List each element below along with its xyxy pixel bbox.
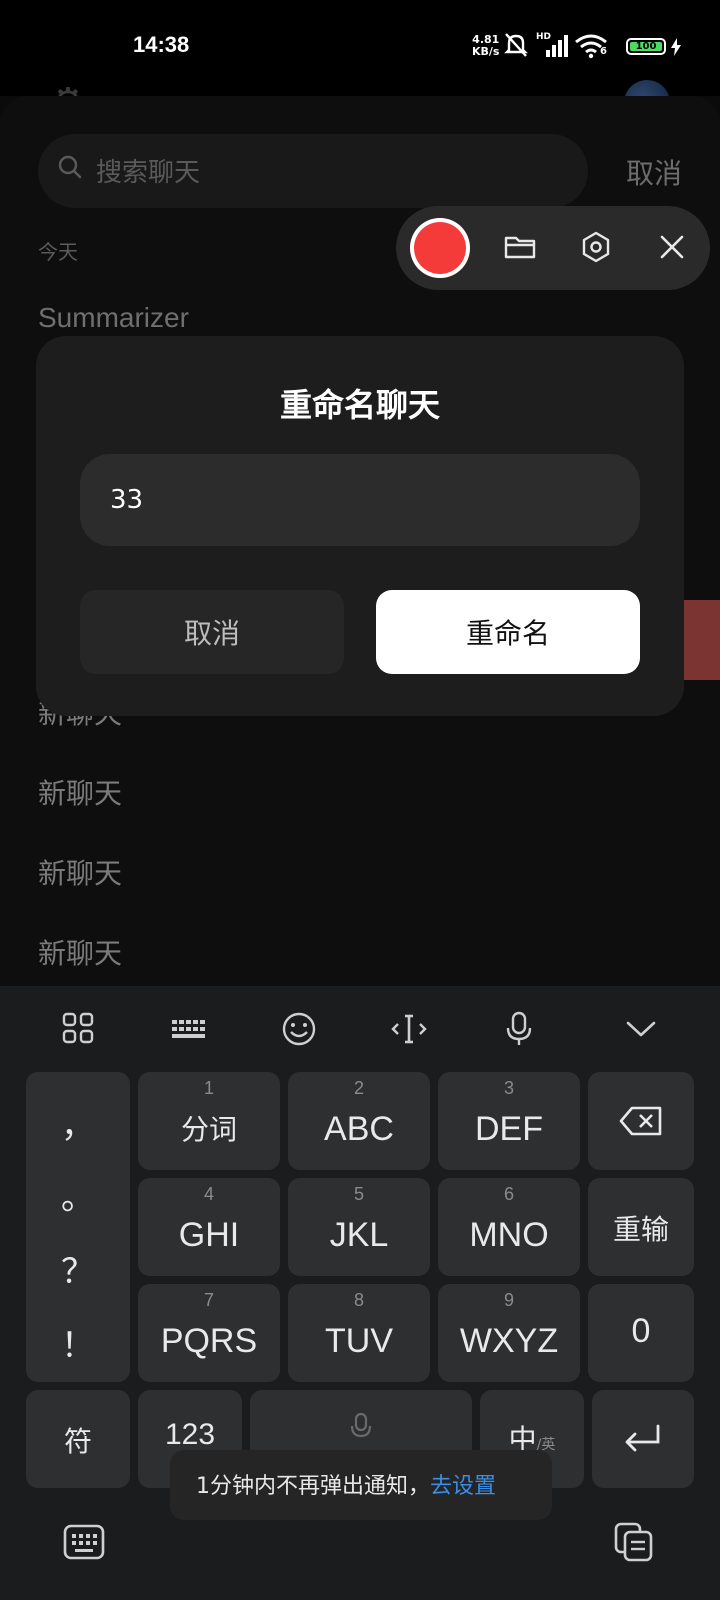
key-3[interactable]: 3 DEF — [438, 1072, 580, 1170]
settings-hex-icon[interactable] — [579, 230, 613, 264]
enter-icon — [625, 1424, 660, 1452]
section-header-today: 今天 — [38, 240, 78, 264]
wifi-label: 6 — [600, 46, 607, 57]
key-6[interactable]: 6 MNO — [438, 1178, 580, 1276]
search-cancel-button[interactable]: 取消 — [626, 152, 682, 192]
folder-icon[interactable] — [503, 230, 537, 264]
toast-settings-link[interactable]: 去设置 — [430, 1474, 496, 1499]
battery-level: 100 — [630, 42, 662, 52]
net-speed-unit: KB/s — [472, 45, 500, 58]
charging-icon — [671, 38, 681, 56]
key-5[interactable]: 5 JKL — [288, 1178, 430, 1276]
search-placeholder: 搜索聊天 — [96, 158, 201, 188]
microphone-icon[interactable] — [494, 1004, 544, 1054]
delete-swipe-action[interactable] — [680, 600, 720, 680]
apps-grid-icon[interactable] — [54, 1004, 104, 1054]
chat-item[interactable]: 新聊天 — [38, 852, 122, 892]
keyboard-layout-icon[interactable] — [164, 1004, 214, 1054]
toast-message: 1分钟内不再弹出通知，去设置 — [196, 1468, 496, 1500]
dialog-title: 重命名聊天 — [279, 386, 440, 424]
bell-muted-icon — [504, 33, 528, 57]
key-period[interactable]: 。 — [26, 1170, 130, 1219]
chat-item-summarizer[interactable]: Summarizer — [38, 302, 189, 334]
symbols-key[interactable]: 符 — [26, 1390, 130, 1488]
chevron-down-icon[interactable] — [616, 1004, 666, 1054]
key-9[interactable]: 9 WXYZ — [438, 1284, 580, 1382]
retype-key[interactable]: 重输 — [588, 1178, 694, 1276]
rename-button[interactable]: 重命名 — [376, 590, 640, 674]
cell-signal-icon — [546, 35, 568, 57]
chat-item[interactable]: 新聊天 — [38, 772, 122, 812]
key-8[interactable]: 8 TUV — [288, 1284, 430, 1382]
key-7[interactable]: 7 PQRS — [138, 1284, 280, 1382]
emoji-icon[interactable] — [274, 1004, 324, 1054]
key-exclamation[interactable]: ！ — [26, 1318, 130, 1367]
cursor-move-icon[interactable] — [384, 1004, 434, 1054]
key-2[interactable]: 2 ABC — [288, 1072, 430, 1170]
space-mic-icon — [350, 1412, 372, 1438]
cancel-button[interactable]: 取消 — [80, 590, 344, 674]
backspace-key[interactable] — [588, 1072, 694, 1170]
status-time: 14:38 — [133, 32, 190, 57]
enter-key[interactable] — [592, 1390, 694, 1488]
record-button[interactable] — [410, 218, 470, 278]
key-question[interactable]: ？ — [26, 1244, 130, 1293]
chat-item[interactable]: 新聊天 — [38, 932, 122, 972]
key-comma[interactable]: ， — [26, 1098, 130, 1147]
network-speed: 4.81 KB/s — [472, 34, 499, 58]
key-4[interactable]: 4 GHI — [138, 1178, 280, 1276]
search-icon — [58, 155, 82, 179]
toast-text: 1分钟内不再弹出通知， — [196, 1474, 430, 1499]
backspace-icon — [619, 1106, 662, 1136]
battery-icon: 100 — [626, 38, 666, 55]
status-bar — [0, 0, 720, 96]
close-icon[interactable] — [655, 230, 689, 264]
clipboard-icon[interactable] — [612, 1520, 656, 1564]
keyboard-toggle-icon[interactable] — [62, 1522, 106, 1562]
key-1[interactable]: 1 分词 — [138, 1072, 280, 1170]
key-0[interactable]: 0 — [588, 1284, 694, 1382]
rename-input[interactable] — [80, 454, 640, 546]
